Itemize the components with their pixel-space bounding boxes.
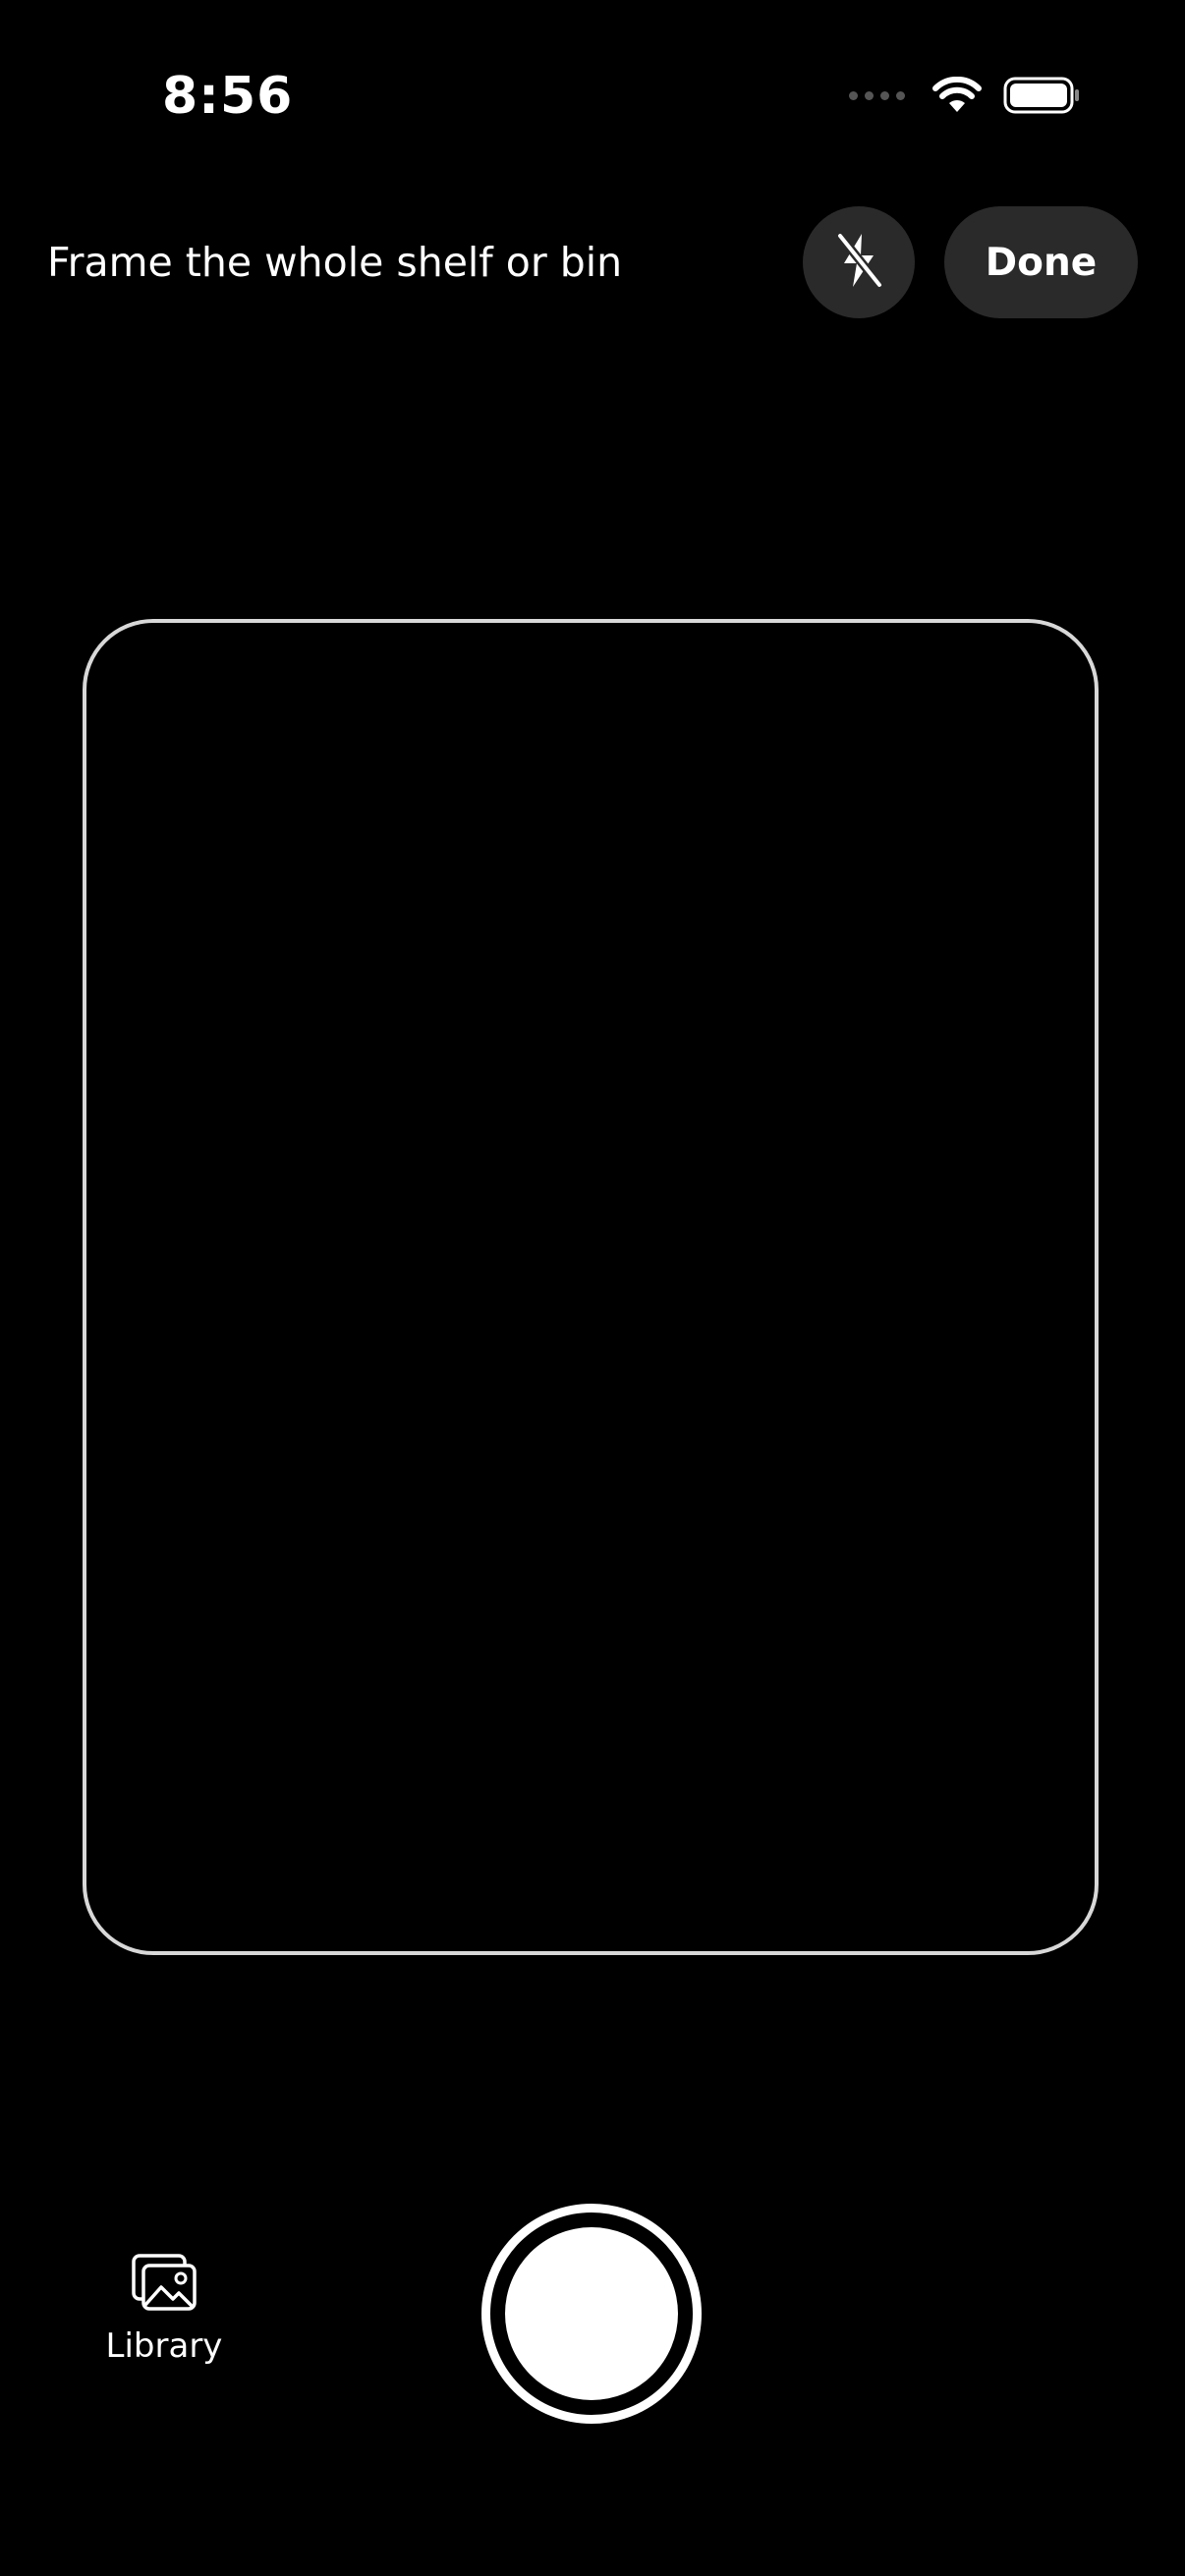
library-button[interactable]: Library [90,2252,238,2381]
flash-toggle-button[interactable] [803,206,915,318]
instruction-text: Frame the whole shelf or bin [47,239,623,286]
battery-icon [1003,76,1082,115]
status-indicators [849,71,1082,120]
wifi-icon [932,77,982,114]
library-label: Library [105,2326,223,2366]
done-button[interactable]: Done [944,206,1138,318]
status-time: 8:56 [162,67,294,126]
photo-library-icon [130,2252,198,2313]
flash-off-icon [832,230,885,295]
shutter-inner-circle [505,2227,678,2400]
viewfinder-frame [83,619,1099,1955]
cellular-dots-icon [849,90,905,100]
shutter-button[interactable] [481,2204,702,2424]
